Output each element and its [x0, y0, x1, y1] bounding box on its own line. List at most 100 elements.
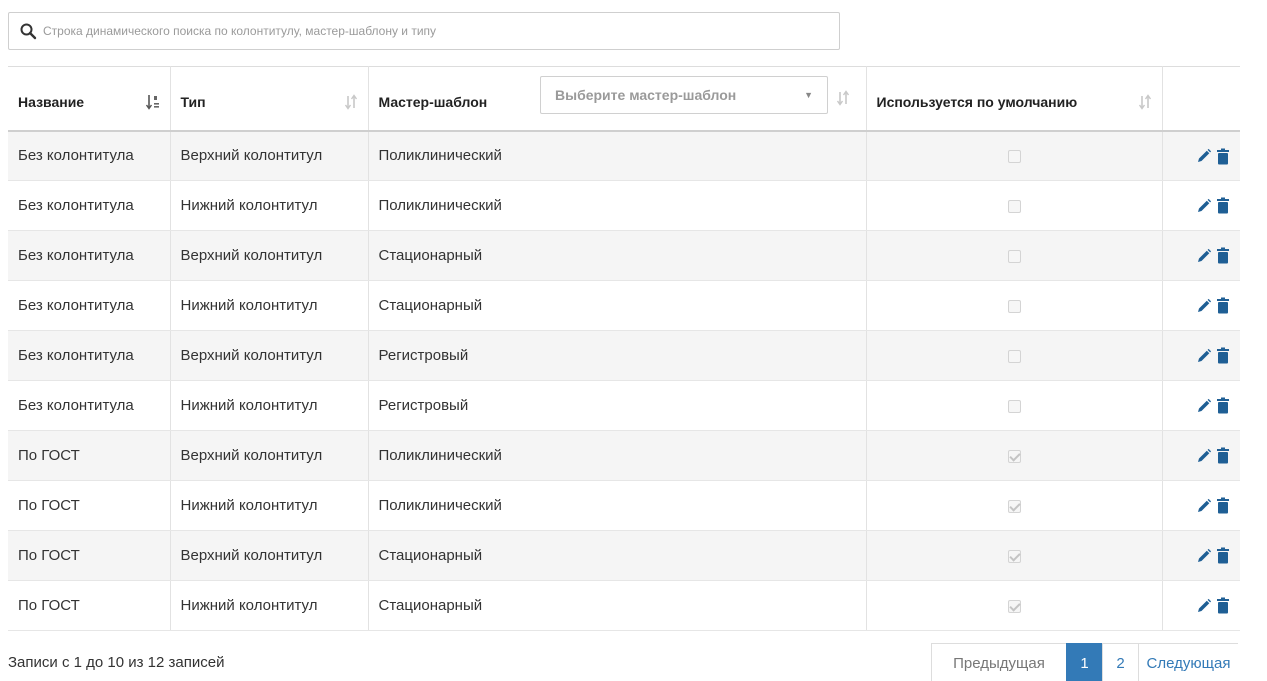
cell-master: Поликлинический: [368, 430, 867, 481]
cell-master: Стационарный: [368, 230, 867, 281]
master-template-select-placeholder: Выберите мастер-шаблон: [555, 87, 737, 103]
column-header-type[interactable]: Тип: [170, 66, 369, 132]
cell-type: Верхний колонтитул: [170, 430, 369, 481]
trash-icon[interactable]: [1216, 197, 1230, 214]
trash-icon[interactable]: [1216, 297, 1230, 314]
cell-type: Верхний колонтитул: [170, 230, 369, 281]
trash-icon[interactable]: [1216, 547, 1230, 564]
cell-actions: [1162, 430, 1240, 481]
cell-type: Верхний колонтитул: [170, 330, 369, 381]
column-header-default-label: Используется по умолчанию: [876, 94, 1078, 111]
cell-actions: [1162, 380, 1240, 431]
table-row: По ГОСТ Нижний колонтитул Стационарный: [8, 580, 1240, 631]
pagination-prev-button[interactable]: Предыдущая: [931, 643, 1066, 681]
column-header-default[interactable]: Используется по умолчанию: [866, 66, 1163, 132]
pencil-icon[interactable]: [1196, 148, 1212, 164]
trash-icon[interactable]: [1216, 497, 1230, 514]
cell-master: Регистровый: [368, 330, 867, 381]
chevron-down-icon: ▼: [804, 90, 813, 100]
column-header-name[interactable]: Название: [8, 66, 171, 132]
column-header-actions: [1162, 66, 1240, 132]
cell-type: Верхний колонтитул: [170, 530, 369, 581]
pagination-page-1[interactable]: 1: [1066, 643, 1102, 681]
search-box[interactable]: [8, 12, 840, 50]
cell-actions: [1162, 530, 1240, 581]
pencil-icon[interactable]: [1196, 548, 1212, 564]
master-template-select[interactable]: Выберите мастер-шаблон ▼: [540, 76, 828, 114]
table-row: Без колонтитула Нижний колонтитул Регистро…: [8, 380, 1240, 431]
cell-default: [866, 430, 1163, 481]
cell-type: Нижний колонтитул: [170, 280, 369, 331]
cell-default: [866, 530, 1163, 581]
cell-default: [866, 480, 1163, 531]
cell-actions: [1162, 180, 1240, 231]
default-checkbox: [1007, 399, 1021, 413]
sort-icon[interactable]: [836, 90, 850, 106]
pencil-icon[interactable]: [1196, 248, 1212, 264]
pencil-icon[interactable]: [1196, 448, 1212, 464]
cell-master: Стационарный: [368, 530, 867, 581]
table-row: Без колонтитула Нижний колонтитул Поликлин…: [8, 180, 1240, 231]
search-input[interactable]: [43, 24, 823, 38]
cell-name: По ГОСТ: [8, 580, 171, 631]
cell-default: [866, 380, 1163, 431]
cell-master: Стационарный: [368, 580, 867, 631]
default-checkbox: [1007, 149, 1021, 163]
trash-icon[interactable]: [1216, 247, 1230, 264]
pencil-icon[interactable]: [1196, 498, 1212, 514]
table-row: По ГОСТ Верхний колонтитул Поликлинический: [8, 430, 1240, 481]
cell-name: По ГОСТ: [8, 430, 171, 481]
pagination-next-button[interactable]: Следующая: [1138, 643, 1238, 681]
default-checkbox: [1007, 549, 1021, 563]
pencil-icon[interactable]: [1196, 348, 1212, 364]
cell-default: [866, 130, 1163, 181]
trash-icon[interactable]: [1216, 148, 1230, 165]
cell-master: Поликлинический: [368, 130, 867, 181]
table-body: Без колонтитула Верхний колонтитул Поликли…: [8, 130, 1240, 631]
table-row: Без колонтитула Верхний колонтитул Поликли…: [8, 130, 1240, 181]
default-checkbox: [1007, 449, 1021, 463]
search-icon: [19, 22, 37, 40]
cell-name: Без колонтитула: [8, 330, 171, 381]
table-row: По ГОСТ Нижний колонтитул Поликлинический: [8, 480, 1240, 531]
default-checkbox: [1007, 349, 1021, 363]
sort-alpha-icon[interactable]: [145, 94, 160, 110]
table-row: По ГОСТ Верхний колонтитул Стационарный: [8, 530, 1240, 581]
cell-default: [866, 180, 1163, 231]
pencil-icon[interactable]: [1196, 198, 1212, 214]
cell-master: Поликлинический: [368, 480, 867, 531]
pagination-page-2[interactable]: 2: [1102, 643, 1138, 681]
footers-table: Название Тип Мастер-шаблон Используется …: [8, 66, 1240, 631]
cell-default: [866, 580, 1163, 631]
cell-master: Регистровый: [368, 380, 867, 431]
pencil-icon[interactable]: [1196, 598, 1212, 614]
cell-type: Нижний колонтитул: [170, 580, 369, 631]
default-checkbox: [1007, 499, 1021, 513]
default-checkbox: [1007, 599, 1021, 613]
cell-actions: [1162, 230, 1240, 281]
cell-master: Стационарный: [368, 280, 867, 331]
default-checkbox: [1007, 249, 1021, 263]
cell-type: Нижний колонтитул: [170, 480, 369, 531]
cell-actions: [1162, 480, 1240, 531]
cell-name: Без колонтитула: [8, 230, 171, 281]
sort-icon[interactable]: [1138, 94, 1152, 110]
pencil-icon[interactable]: [1196, 398, 1212, 414]
cell-default: [866, 230, 1163, 281]
cell-name: Без колонтитула: [8, 380, 171, 431]
trash-icon[interactable]: [1216, 347, 1230, 364]
trash-icon[interactable]: [1216, 397, 1230, 414]
pencil-icon[interactable]: [1196, 298, 1212, 314]
pagination: Предыдущая 1 2 Следующая: [931, 643, 1238, 681]
table-row: Без колонтитула Нижний колонтитул Стациона…: [8, 280, 1240, 331]
cell-type: Нижний колонтитул: [170, 380, 369, 431]
cell-name: Без колонтитула: [8, 280, 171, 331]
sort-icon[interactable]: [344, 94, 358, 110]
default-checkbox: [1007, 299, 1021, 313]
trash-icon[interactable]: [1216, 447, 1230, 464]
cell-name: По ГОСТ: [8, 530, 171, 581]
cell-actions: [1162, 330, 1240, 381]
trash-icon[interactable]: [1216, 597, 1230, 614]
cell-name: Без колонтитула: [8, 130, 171, 181]
table-row: Без колонтитула Верхний колонтитул Регистр…: [8, 330, 1240, 381]
